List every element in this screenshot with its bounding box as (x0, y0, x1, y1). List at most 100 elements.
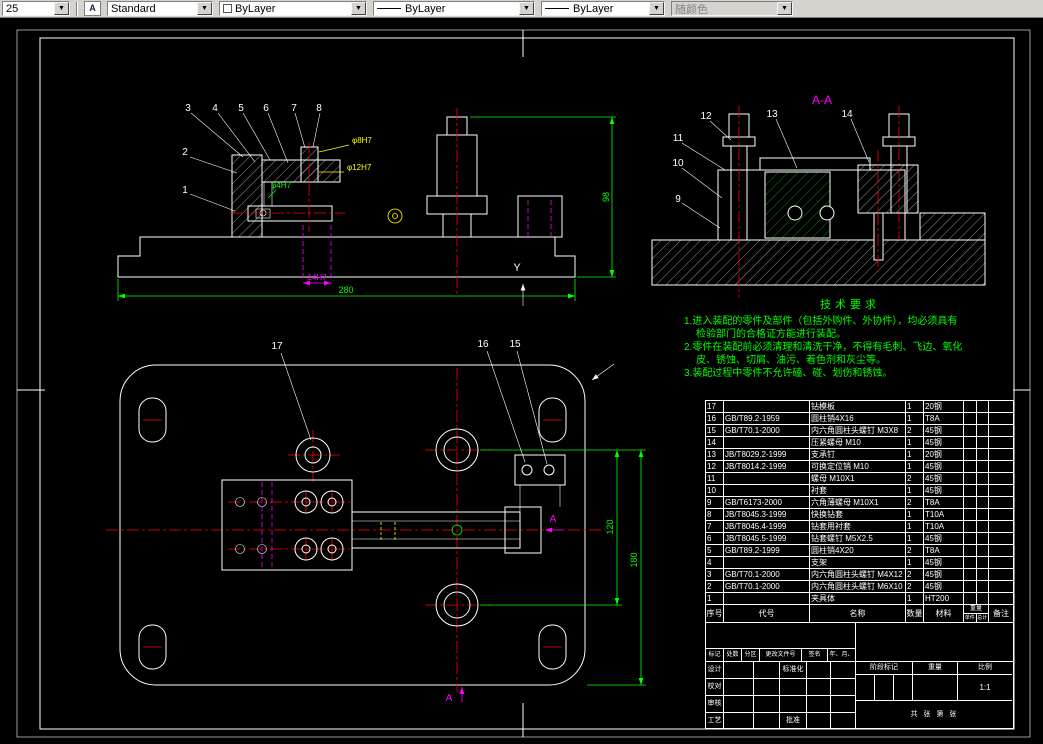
callout-5: 5 (238, 103, 244, 114)
bom-cell (977, 509, 989, 521)
callout-7: 7 (291, 103, 297, 114)
bom-row: 1 夹具体 1 HT200 (706, 593, 1013, 605)
bom-cell: 45钢 (924, 461, 964, 473)
callout-9: 9 (675, 194, 681, 205)
bom-cell (989, 485, 1013, 497)
plotstyle-dropdown: 随颜色 ▼ (671, 1, 793, 16)
bom-cell (989, 569, 1013, 581)
bom-cell: 5 (706, 545, 724, 557)
callout-1: 1 (182, 185, 188, 196)
bom-cell (977, 401, 989, 413)
rev-label-mark: 标记 (706, 649, 724, 662)
drawing-canvas[interactable]: 14H7 280 98 φ4H7 φ8H7 φ12H7 1 2 3 4 5 6 … (0, 18, 1043, 744)
drawing-title-cell (856, 623, 1013, 662)
label-standardization: 标准化 (780, 662, 807, 679)
bom-cell: 钻模板 (810, 401, 906, 413)
lineweight-dropdown[interactable]: ByLayer ▼ (541, 1, 665, 16)
bom-cell: 衬套 (810, 485, 906, 497)
style-dropdown-value: Standard (111, 2, 156, 15)
tb-cell (894, 675, 913, 701)
bom-cell: 45钢 (924, 581, 964, 593)
tb-cell (831, 662, 855, 679)
lineweight-preview-icon (545, 8, 569, 9)
bom-cell (964, 545, 977, 557)
linetype-dropdown[interactable]: ByLayer ▼ (373, 1, 535, 16)
label-weight: 重量 (913, 662, 958, 675)
sig-row-check: 校对 (706, 679, 855, 696)
bom-header-weight-label: 重量 (964, 605, 988, 614)
bom-cell: 10 (706, 485, 724, 497)
bom-cell: 4 (706, 557, 724, 569)
bom-cell: JB/T8029.2-1999 (724, 449, 810, 461)
bom-cell: 1 (906, 401, 924, 413)
bom-cell (964, 401, 977, 413)
bom-cell: 1 (906, 557, 924, 569)
chevron-down-icon[interactable]: ▼ (197, 2, 212, 15)
bom-cell (977, 557, 989, 569)
bom-header-num: 序号 (706, 605, 724, 623)
layer-dropdown[interactable]: 25 ▼ (2, 1, 70, 16)
sig-row-audit: 审核 (706, 696, 855, 713)
bom-cell (977, 497, 989, 509)
bom-cell: 1 (906, 485, 924, 497)
chevron-down-icon[interactable]: ▼ (351, 2, 366, 15)
callout-8: 8 (316, 103, 322, 114)
bom-cell: 螺母 M10X1 (810, 473, 906, 485)
color-dropdown-value: ByLayer (235, 2, 276, 15)
label-scale: 比例 (958, 662, 1012, 675)
bom-row: 4 支架 1 45钢 (706, 557, 1013, 569)
rev-label-sign: 签名 (802, 649, 828, 662)
dim-180: 180 (629, 552, 639, 567)
tb-cell (780, 679, 807, 696)
bom-header-row: 序号 代号 名称 数量 材料 重量 单件 总计 备注 (706, 605, 1013, 623)
bom-header-name: 名称 (810, 605, 906, 623)
bom-cell: 15 (706, 425, 724, 437)
chevron-down-icon[interactable]: ▼ (54, 2, 69, 15)
bom-cell: 圆柱销4X16 (810, 413, 906, 425)
bom-cell (964, 569, 977, 581)
revision-blank-rows (706, 623, 855, 649)
tech-req-line: 皮、锈蚀、切屑、油污、着色剂和灰尘等。 (696, 355, 886, 366)
bom-cell (964, 581, 977, 593)
tb-cell (754, 713, 780, 728)
bom-row: 10 衬套 1 45钢 (706, 485, 1013, 497)
plan-view: 120 180 A A 17 16 15 (106, 339, 646, 704)
tb-cell (913, 675, 958, 701)
bom-cell (989, 449, 1013, 461)
tb-cell (754, 662, 780, 679)
label-process: 工艺 (706, 713, 724, 728)
bom-cell: 钻套用衬套 (810, 521, 906, 533)
dimstyle-icon[interactable]: A (84, 1, 101, 16)
chevron-down-icon[interactable]: ▼ (519, 2, 534, 15)
bom-cell (977, 473, 989, 485)
tech-req-line: 检验部门的合格证方能进行装配。 (696, 329, 846, 340)
bom-header-weight: 重量 单件 总计 (964, 605, 989, 623)
bom-cell: 13 (706, 449, 724, 461)
bom-cell (977, 449, 989, 461)
bom-cell: GB/T89.2-1959 (724, 413, 810, 425)
dim-phi8: φ8H7 (352, 136, 372, 145)
layer-dropdown-value: 25 (6, 2, 19, 15)
style-dropdown[interactable]: Standard ▼ (107, 1, 213, 16)
tb-cell (780, 696, 807, 713)
dim-phi12: φ12H7 (347, 163, 372, 172)
chevron-down-icon[interactable]: ▼ (649, 2, 664, 15)
bom-cell: 内六角圆柱头螺钉 M3X8 (810, 425, 906, 437)
plotstyle-dropdown-value: 随颜色 (675, 3, 708, 16)
bom-cell (977, 485, 989, 497)
view-label-y: Y (513, 262, 521, 274)
callout-12: 12 (700, 111, 712, 122)
bom-cell (724, 401, 810, 413)
sig-row-design: 设计 标准化 (706, 662, 855, 679)
bom-header-code: 代号 (724, 605, 810, 623)
color-dropdown[interactable]: ByLayer ▼ (219, 1, 367, 16)
bom-cell: 9 (706, 497, 724, 509)
dim-98: 98 (601, 192, 611, 202)
bom-cell: GB/T70.1-2000 (724, 425, 810, 437)
bom-cell: 3 (706, 569, 724, 581)
bom-cell (977, 581, 989, 593)
bom-cell: T8A (924, 413, 964, 425)
bom-row: 11 螺母 M10X1 2 45钢 (706, 473, 1013, 485)
bom-cell: 20钢 (924, 401, 964, 413)
bom-cell: 6 (706, 533, 724, 545)
